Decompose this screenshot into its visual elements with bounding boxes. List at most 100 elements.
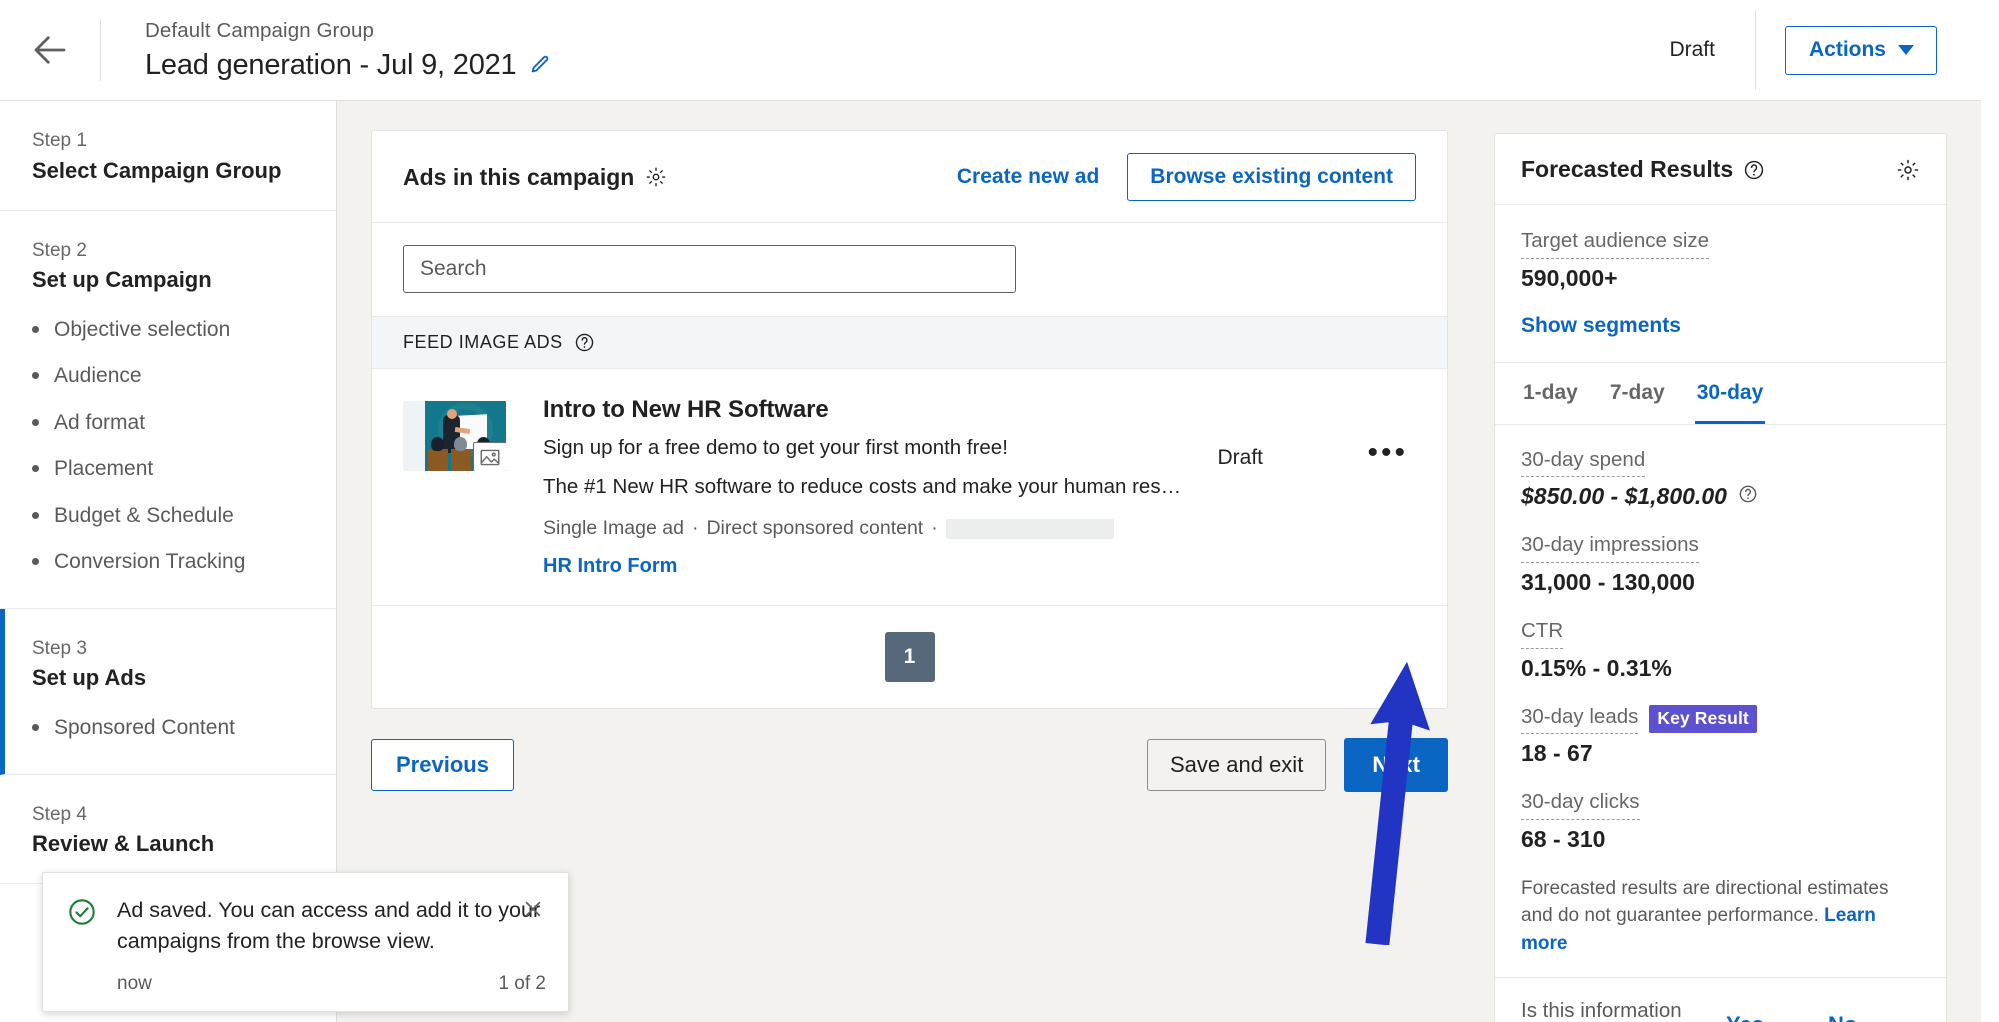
- ad-meta-separator-1: ·: [691, 517, 699, 540]
- campaign-group-label: Default Campaign Group: [145, 18, 374, 42]
- tab-1-day[interactable]: 1-day: [1521, 363, 1580, 424]
- toast-message: Ad saved. You can access and add it to y…: [117, 898, 541, 953]
- gear-icon[interactable]: [645, 166, 667, 188]
- metric-value: $850.00 - $1,800.00: [1521, 483, 1727, 510]
- metric-30-day-impressions: 30-day impressions 31,000 - 130,000: [1521, 532, 1920, 596]
- ads-card: Ads in this campaign Create new ad Brows…: [371, 130, 1448, 710]
- table-row[interactable]: Intro to New HR Software Sign up for a f…: [372, 369, 1447, 605]
- save-and-exit-button[interactable]: Save and exit: [1147, 739, 1327, 792]
- topbar-divider-2: [1754, 10, 1756, 90]
- ad-meta-separator-2: ·: [931, 517, 938, 540]
- ad-details: Intro to New HR Software Sign up for a f…: [506, 396, 1217, 578]
- browse-existing-content-button[interactable]: Browse existing content: [1127, 153, 1416, 201]
- toast-notification: Ad saved. You can access and add it to y…: [42, 872, 569, 1013]
- ad-thumbnail: [403, 401, 506, 471]
- sidebar-step-3[interactable]: Step 3 Set up Ads Sponsored Content: [0, 608, 336, 775]
- forecasted-results-panel: Forecasted Results Target audience size …: [1494, 133, 1947, 1022]
- step-2-items: Objective selection Audience Ad format P…: [32, 315, 336, 578]
- bullet-icon: [32, 511, 39, 519]
- sidebar-item-label: Objective selection: [54, 318, 231, 341]
- metric-30-day-clicks: 30-day clicks 68 - 310: [1521, 789, 1920, 853]
- step-3-title: Set up Ads: [32, 665, 147, 691]
- search-container: [372, 223, 1447, 316]
- tab-7-day[interactable]: 7-day: [1608, 363, 1667, 424]
- step-2-label: Step 2: [32, 239, 87, 261]
- forecast-feedback: Is this information helpful? Yes No: [1495, 977, 1946, 1022]
- actions-button-label: Actions: [1808, 37, 1886, 61]
- sidebar-step-2[interactable]: Step 2 Set up Campaign Objective selecti…: [0, 211, 336, 609]
- right-edge-strip: [1981, 0, 1999, 1022]
- ad-meta-type: Direct sponsored content: [706, 517, 924, 540]
- step-1-title: Select Campaign Group: [32, 157, 282, 183]
- sidebar-item-audience[interactable]: Audience: [32, 361, 336, 391]
- sidebar-step-4[interactable]: Step 4 Review & Launch: [0, 775, 336, 885]
- question-circle-icon[interactable]: [574, 332, 595, 353]
- bullet-icon: [32, 724, 39, 732]
- sidebar-item-conversion-tracking[interactable]: Conversion Tracking: [32, 547, 336, 577]
- sidebar-step-1[interactable]: Step 1 Select Campaign Group: [0, 101, 336, 211]
- sidebar-item-label: Placement: [54, 457, 154, 481]
- sidebar-item-ad-format[interactable]: Ad format: [32, 408, 336, 438]
- question-circle-icon[interactable]: [1743, 159, 1765, 181]
- toast-timestamp: now: [117, 973, 152, 995]
- back-button[interactable]: [0, 0, 100, 100]
- question-circle-icon[interactable]: [1738, 484, 1758, 504]
- sidebar-item-label: Budget & Schedule: [54, 503, 234, 527]
- metric-30-day-leads: 30-day leads Key Result 18 - 67: [1521, 704, 1920, 768]
- bullet-icon: [32, 372, 39, 380]
- metric-ctr: CTR 0.15% - 0.31%: [1521, 618, 1920, 682]
- ad-description: The #1 New HR software to reduce costs a…: [543, 474, 1188, 498]
- ads-card-header: Ads in this campaign Create new ad Brows…: [372, 131, 1447, 223]
- metric-label: 30-day leads: [1521, 704, 1639, 735]
- step-2-title: Set up Campaign: [32, 267, 212, 292]
- actions-button[interactable]: Actions: [1784, 25, 1937, 75]
- metric-label: 30-day clicks: [1521, 789, 1640, 820]
- status-badge: Draft: [1669, 38, 1715, 61]
- metric-value: 18 - 67: [1521, 740, 1593, 767]
- toast-counter: 1 of 2: [498, 973, 546, 995]
- page-title: Lead generation - Jul 9, 2021: [145, 48, 517, 81]
- step-4-title: Review & Launch: [32, 831, 215, 857]
- sidebar-item-sponsored-content[interactable]: Sponsored Content: [32, 713, 336, 743]
- target-audience-value: 590,000+: [1521, 264, 1618, 291]
- bullet-icon: [32, 465, 39, 473]
- sidebar-item-label: Ad format: [54, 410, 146, 434]
- tab-30-day[interactable]: 30-day: [1694, 363, 1766, 424]
- previous-button[interactable]: Previous: [371, 739, 514, 792]
- ad-meta: Single Image ad · Direct sponsored conte…: [543, 517, 1217, 540]
- more-horizontal-icon[interactable]: •••: [1367, 396, 1416, 468]
- ad-title: Intro to New HR Software: [543, 396, 829, 423]
- ad-meta-format: Single Image ad: [543, 517, 684, 540]
- show-segments-link[interactable]: Show segments: [1521, 314, 1920, 338]
- redacted-account-name: [945, 518, 1114, 539]
- top-bar: Default Campaign Group Lead generation -…: [0, 0, 1999, 101]
- campaign-title-block: Default Campaign Group Lead generation -…: [101, 16, 551, 84]
- metric-label: 30-day impressions: [1521, 532, 1699, 563]
- feedback-yes-button[interactable]: Yes: [1716, 1006, 1774, 1022]
- step-3-items: Sponsored Content: [32, 713, 336, 743]
- forecast-header: Forecasted Results: [1495, 134, 1946, 205]
- key-result-badge: Key Result: [1649, 704, 1757, 733]
- sidebar-item-placement[interactable]: Placement: [32, 454, 336, 484]
- image-icon: [473, 442, 506, 471]
- search-input[interactable]: [403, 245, 1016, 293]
- page-number-1[interactable]: 1: [884, 632, 935, 683]
- ad-form-link[interactable]: HR Intro Form: [543, 555, 1217, 578]
- sidebar-item-budget-schedule[interactable]: Budget & Schedule: [32, 501, 336, 531]
- next-button[interactable]: Next: [1344, 738, 1448, 793]
- sidebar-item-objective-selection[interactable]: Objective selection: [32, 315, 336, 345]
- wizard-footer-actions: Previous Save and exit Next: [371, 738, 1448, 793]
- forecast-range-tabs: 1-day 7-day 30-day: [1495, 363, 1946, 425]
- bullet-icon: [32, 418, 39, 426]
- create-new-ad-button[interactable]: Create new ad: [939, 155, 1117, 199]
- feedback-no-button[interactable]: No: [1818, 1006, 1867, 1022]
- group-header-label: FEED IMAGE ADS: [403, 332, 563, 352]
- forecast-metrics: 30-day spend $850.00 - $1,800.00 30-day …: [1495, 425, 1946, 978]
- close-icon[interactable]: [518, 894, 548, 927]
- sidebar-item-label: Sponsored Content: [54, 716, 235, 740]
- step-3-label: Step 3: [32, 637, 87, 659]
- gear-icon[interactable]: [1896, 158, 1920, 182]
- feed-image-ads-group-header: FEED IMAGE ADS: [372, 316, 1447, 369]
- pencil-icon[interactable]: [529, 54, 551, 76]
- ad-status: Draft: [1217, 446, 1263, 469]
